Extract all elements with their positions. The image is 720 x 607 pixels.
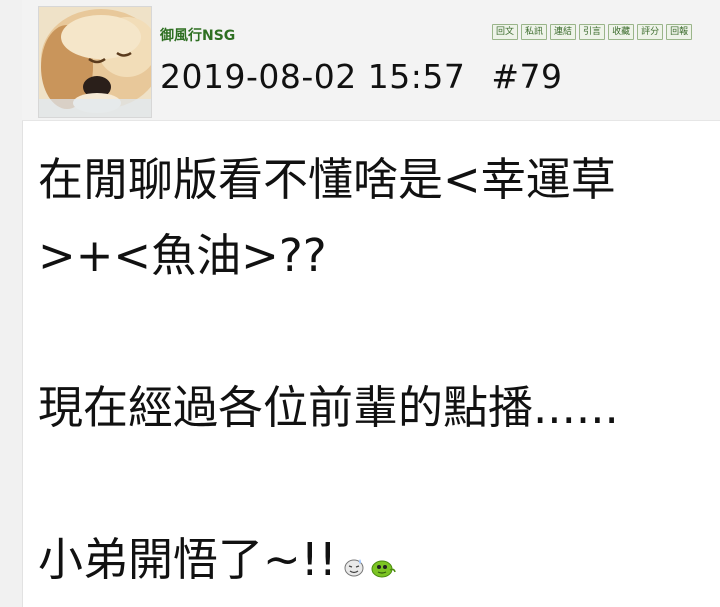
green-blob-emoticon	[371, 525, 397, 601]
post-body: 在閒聊版看不懂啥是<幸運草 >+<魚油>?? 現在經過各位前輩的點播......…	[38, 142, 718, 601]
private-message-button[interactable]: 私訊	[521, 24, 548, 40]
link-button[interactable]: 連結	[550, 24, 577, 40]
post-number[interactable]: #79	[491, 57, 562, 96]
reply-button[interactable]: 回文	[492, 24, 519, 40]
favorite-button[interactable]: 收藏	[608, 24, 635, 40]
post-meta: 2019-08-02 15:57 #79	[160, 57, 563, 96]
author-name[interactable]: 御風行NSG	[160, 25, 235, 45]
post-line: 小弟開悟了~!!	[38, 533, 337, 586]
rate-button[interactable]: 評分	[637, 24, 664, 40]
avatar[interactable]	[38, 6, 152, 118]
post-line-blank	[38, 294, 718, 370]
post-line: 在閒聊版看不懂啥是<幸運草	[38, 153, 616, 206]
puppy-avatar-image	[39, 7, 151, 117]
post-line-blank	[38, 446, 718, 522]
post-toolbar: 回文 私訊 連結 引言 收藏 評分 回報	[492, 24, 693, 40]
post-line: >+<魚油>??	[38, 229, 327, 282]
quote-button[interactable]: 引言	[579, 24, 606, 40]
post-line: 現在經過各位前輩的點播......	[38, 381, 619, 434]
report-button[interactable]: 回報	[666, 24, 693, 40]
sweat-face-emoticon	[343, 525, 365, 601]
left-rail	[0, 0, 23, 607]
post-timestamp: 2019-08-02 15:57	[160, 57, 466, 96]
post-last-line: 小弟開悟了~!!	[38, 522, 718, 601]
